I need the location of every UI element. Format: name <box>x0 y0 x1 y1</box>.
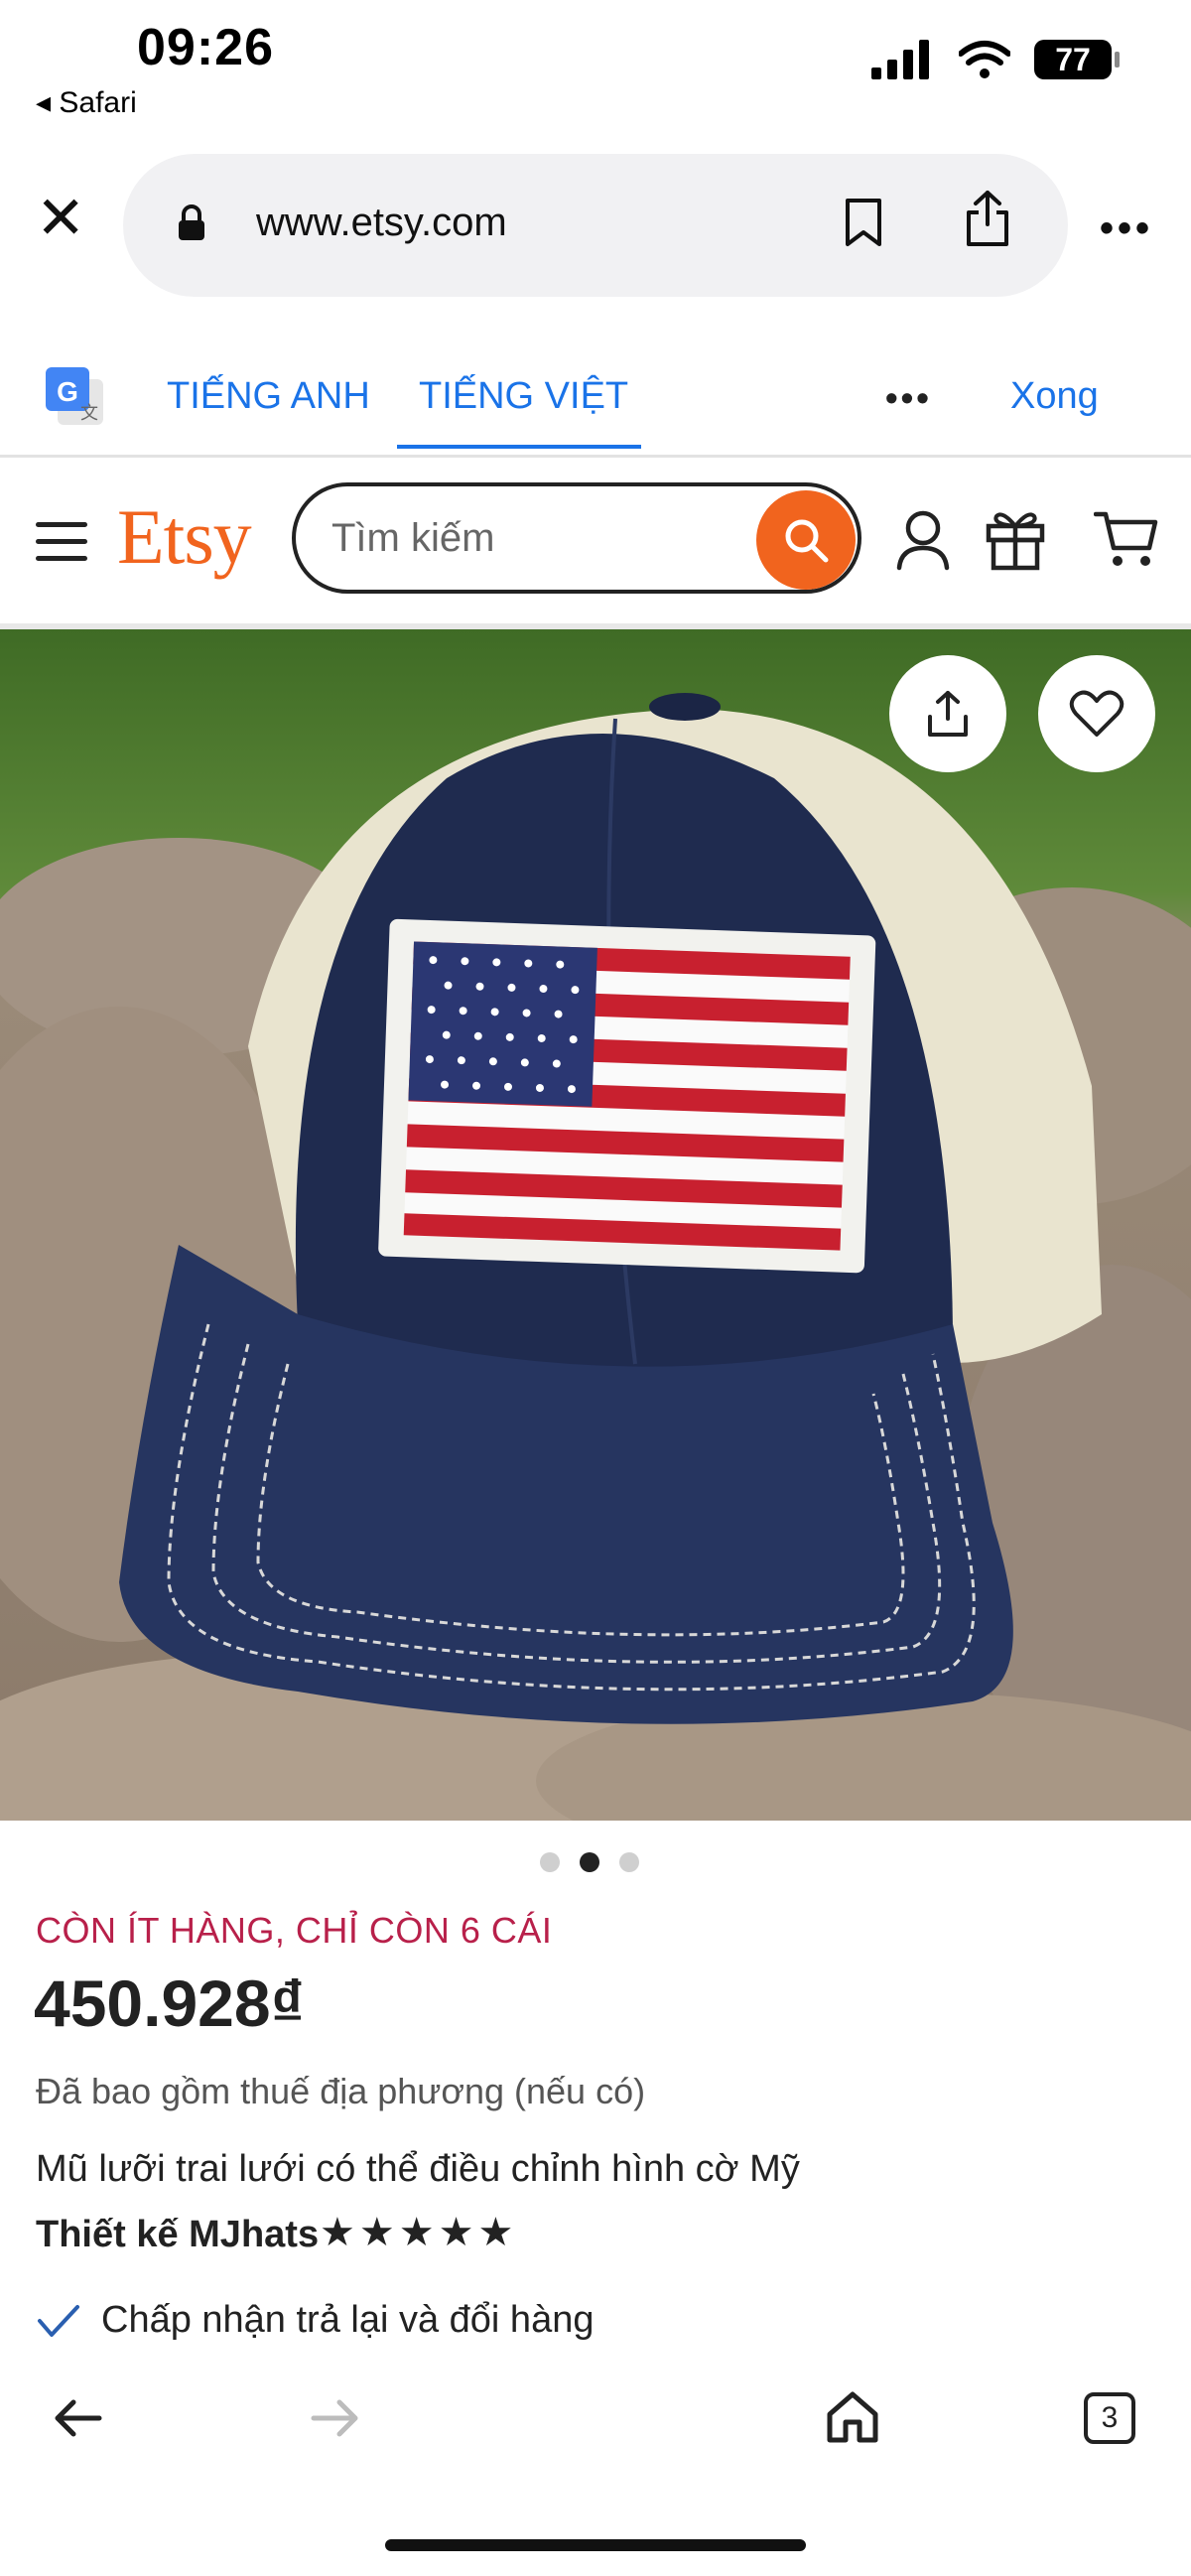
shop-link[interactable]: Thiết kế MJhats <box>36 2214 319 2256</box>
share-icon <box>928 691 968 737</box>
share-image-button[interactable] <box>889 655 1006 772</box>
carousel-dot[interactable] <box>540 1852 560 1872</box>
carousel-dot[interactable] <box>619 1852 639 1872</box>
back-to-app-link[interactable]: ◂ Safari <box>36 85 137 120</box>
forward-arrow-icon[interactable] <box>310 2396 361 2440</box>
translate-more-icon[interactable]: ••• <box>885 377 932 419</box>
product-price: 450.928₫ <box>34 1966 305 2040</box>
url-text[interactable]: www.etsy.com <box>256 201 507 245</box>
stock-notice: CÒN ÍT HÀNG, CHỈ CÒN 6 CÁI <box>36 1910 553 1951</box>
divider <box>0 455 1191 458</box>
favorite-button[interactable] <box>1038 655 1155 772</box>
translate-tab-vietnamese[interactable]: TIẾNG VIỆT <box>419 375 628 418</box>
close-icon[interactable]: ✕ <box>36 189 85 248</box>
svg-text:文: 文 <box>80 403 98 423</box>
product-image[interactable] <box>0 629 1191 1821</box>
carousel-dots[interactable] <box>540 1852 639 1872</box>
gift-icon[interactable] <box>985 506 1046 572</box>
status-icons: 77 <box>871 40 1120 79</box>
wifi-icon <box>959 41 1010 78</box>
tax-note: Đã bao gồm thuế địa phương (nếu có) <box>36 2071 646 2111</box>
svg-text:G: G <box>57 376 78 407</box>
heart-icon <box>1069 690 1125 737</box>
active-tab-indicator <box>397 445 641 449</box>
bookmark-icon[interactable] <box>842 197 885 248</box>
product-title: Mũ lưỡi trai lưới có thể điều chỉnh hình… <box>36 2148 800 2190</box>
battery-icon: 77 <box>1034 40 1120 79</box>
rating-stars[interactable]: ★★★★★ <box>320 2210 517 2255</box>
cellular-signal-icon <box>871 40 929 79</box>
carousel-dot-active[interactable] <box>580 1852 599 1872</box>
returns-label: Chấp nhận trả lại và đổi hàng <box>101 2299 595 2341</box>
home-icon[interactable] <box>824 2388 881 2446</box>
google-translate-icon[interactable]: G 文 <box>44 365 105 427</box>
menu-icon[interactable] <box>36 522 87 573</box>
tabs-button[interactable]: 3 <box>1084 2392 1135 2444</box>
search-button[interactable] <box>756 490 856 590</box>
search-placeholder[interactable]: Tìm kiếm <box>331 516 494 561</box>
user-icon[interactable] <box>895 508 951 572</box>
cap-photo <box>0 629 1191 1821</box>
cart-icon[interactable] <box>1094 508 1159 570</box>
back-arrow-icon[interactable] <box>52 2396 103 2440</box>
translate-tab-english[interactable]: TIẾNG ANH <box>167 375 370 418</box>
more-options-icon[interactable]: ••• <box>1100 206 1153 251</box>
lock-icon <box>179 204 204 240</box>
share-icon[interactable] <box>963 189 1012 248</box>
search-icon <box>785 519 829 563</box>
status-time: 09:26 <box>137 19 274 76</box>
checkmark-icon <box>38 2305 79 2337</box>
etsy-logo[interactable]: Etsy <box>117 492 252 582</box>
home-indicator[interactable] <box>385 2539 806 2551</box>
translate-done-button[interactable]: Xong <box>1010 375 1099 418</box>
